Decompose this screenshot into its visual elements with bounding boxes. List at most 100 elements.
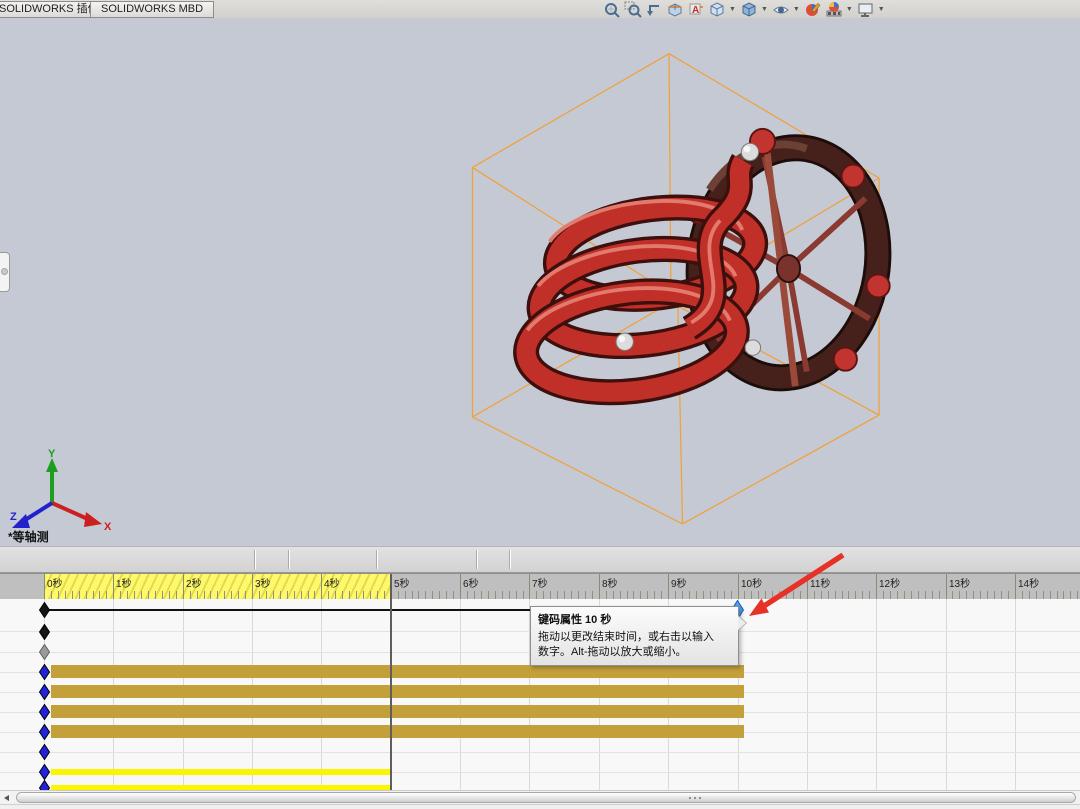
motion-track-4-bar[interactable] <box>51 725 744 738</box>
view-settings-icon[interactable] <box>857 1 875 18</box>
ruler-minor-tick <box>710 591 711 599</box>
apply-scene-icon[interactable] <box>825 1 843 18</box>
timeline-gridline <box>1015 599 1016 790</box>
hide-show-items-caret[interactable]: ▼ <box>793 1 800 18</box>
timeline-ruler[interactable]: 0秒1秒2秒3秒4秒5秒6秒7秒8秒9秒10秒11秒12秒13秒14秒 <box>0 573 1080 599</box>
orientation-camera-keys-key[interactable] <box>39 624 50 645</box>
reference-triad: Y X Z <box>10 448 120 533</box>
ruler-minor-tick <box>980 591 981 599</box>
ruler-minor-tick <box>210 591 211 599</box>
ruler-minor-tick <box>1043 591 1044 599</box>
ruler-minor-tick <box>550 591 551 599</box>
ruler-major-tick <box>321 574 322 599</box>
ruler-minor-tick <box>99 591 100 599</box>
ruler-minor-tick <box>65 591 66 599</box>
motion-track-2-bar[interactable] <box>51 685 744 698</box>
ruler-minor-tick <box>398 591 399 599</box>
ruler-minor-tick <box>405 591 406 599</box>
ruler-minor-tick <box>620 591 621 599</box>
display-style-icon[interactable] <box>740 1 758 18</box>
timeline-hscrollbar[interactable] <box>0 790 1080 804</box>
component-key-key[interactable] <box>39 744 50 765</box>
ruler-minor-tick <box>280 591 281 599</box>
view-settings-caret[interactable]: ▼ <box>878 1 885 18</box>
motion-track-3-bar[interactable] <box>51 705 744 718</box>
timeline-gridline <box>946 599 947 790</box>
ruler-minor-tick <box>294 591 295 599</box>
ruler-minor-tick <box>1050 591 1051 599</box>
appearance-track-1-bar[interactable] <box>51 769 391 775</box>
ruler-minor-tick <box>425 591 426 599</box>
display-style-caret[interactable]: ▼ <box>761 1 768 18</box>
ruler-minor-tick <box>758 591 759 599</box>
ruler-minor-tick <box>93 591 94 599</box>
camera-keys-key[interactable] <box>39 644 50 665</box>
appearance-track-2-key[interactable] <box>39 780 50 790</box>
tooltip-line1: 拖动以更改结束时间，或右击以输入 <box>538 630 731 645</box>
ruler-minor-tick <box>835 591 836 599</box>
apply-scene-caret[interactable]: ▼ <box>846 1 853 18</box>
panel-flyout-handle[interactable] <box>0 252 10 292</box>
view-orientation-icon[interactable] <box>708 1 726 18</box>
ruler-minor-tick <box>412 591 413 599</box>
ruler-minor-tick <box>314 591 315 599</box>
tooltip-title: 键码属性 10 秒 <box>538 611 731 627</box>
ruler-minor-tick <box>765 591 766 599</box>
ruler-minor-tick <box>675 591 676 599</box>
ruler-tick-label: 10秒 <box>741 575 762 590</box>
ruler-minor-tick <box>523 591 524 599</box>
ruler-minor-tick <box>377 591 378 599</box>
ruler-minor-tick <box>79 591 80 599</box>
ruler-tick-label: 8秒 <box>602 575 618 590</box>
zoom-to-area-icon[interactable] <box>624 1 642 18</box>
ruler-minor-tick <box>141 591 142 599</box>
ruler-minor-tick <box>495 591 496 599</box>
ruler-minor-tick <box>335 591 336 599</box>
hide-show-items-icon[interactable] <box>772 1 790 18</box>
annotation-views-icon[interactable]: A <box>687 1 705 18</box>
motion-track-4-key[interactable] <box>39 724 50 745</box>
section-view-icon[interactable] <box>666 1 684 18</box>
hscroll-thumb[interactable] <box>16 792 1076 803</box>
motion-track-1-key[interactable] <box>39 664 50 685</box>
ruler-minor-tick <box>467 591 468 599</box>
motion-track-1-bar[interactable] <box>51 665 744 678</box>
ruler-minor-tick <box>502 591 503 599</box>
ruler-tick-label: 13秒 <box>949 575 970 590</box>
ruler-minor-tick <box>682 591 683 599</box>
view-orientation-caret[interactable]: ▼ <box>729 1 736 18</box>
current-time-bar[interactable] <box>390 574 392 790</box>
zoom-to-fit-icon[interactable] <box>603 1 621 18</box>
ruler-minor-tick <box>342 591 343 599</box>
ruler-major-tick <box>183 574 184 599</box>
hscroll-left-arrow[interactable] <box>0 792 14 804</box>
command-tabs-bar: SOLIDWORKS 插件 SOLIDWORKS MBD A ▼ ▼ ▼ <box>0 0 1080 19</box>
ruler-minor-tick <box>273 591 274 599</box>
ruler-minor-tick <box>197 591 198 599</box>
ruler-minor-tick <box>786 591 787 599</box>
ruler-minor-tick <box>987 591 988 599</box>
ruler-minor-tick <box>883 591 884 599</box>
edit-appearance-icon[interactable] <box>804 1 822 18</box>
ruler-minor-tick <box>176 591 177 599</box>
ruler-minor-tick <box>1057 591 1058 599</box>
graphics-area[interactable]: Y X Z *等轴测 <box>0 18 1080 546</box>
ruler-minor-tick <box>439 591 440 599</box>
ruler-minor-tick <box>509 591 510 599</box>
motion-track-3-key[interactable] <box>39 704 50 725</box>
ruler-minor-tick <box>744 591 745 599</box>
ruler-minor-tick <box>536 591 537 599</box>
model-3d-view[interactable] <box>420 20 920 548</box>
ruler-minor-tick <box>640 591 641 599</box>
row-separator <box>0 752 1080 753</box>
tab-solidworks-mbd[interactable]: SOLIDWORKS MBD <box>90 1 214 18</box>
previous-view-icon[interactable] <box>645 1 663 18</box>
ruler-minor-tick <box>134 591 135 599</box>
ruler-major-tick <box>529 574 530 599</box>
ruler-minor-tick <box>925 591 926 599</box>
ruler-minor-tick <box>855 591 856 599</box>
left-arrow-icon <box>4 795 9 801</box>
ruler-major-tick <box>44 574 45 599</box>
motion-track-2-key[interactable] <box>39 684 50 705</box>
animation-duration-key[interactable] <box>39 602 50 623</box>
